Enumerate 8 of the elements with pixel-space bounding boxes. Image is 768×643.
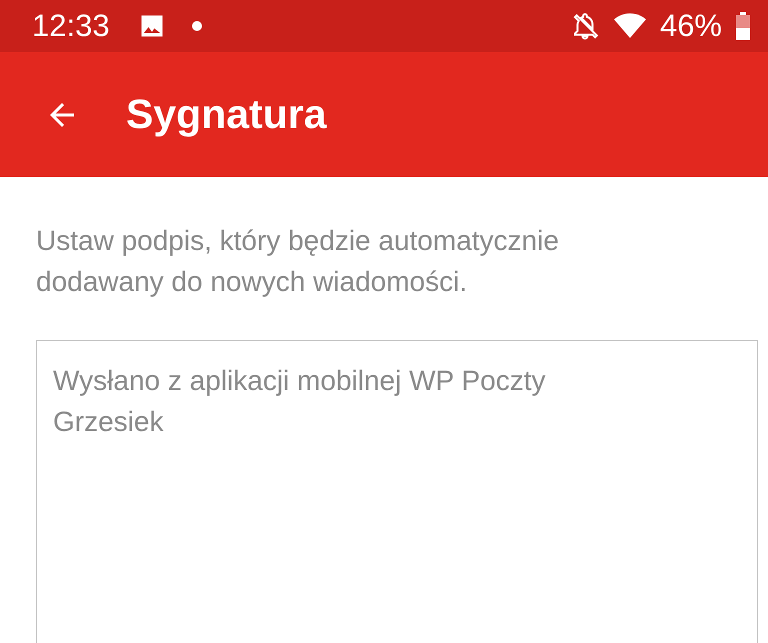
screen-title: Sygnatura xyxy=(126,91,326,138)
battery-icon xyxy=(736,12,750,40)
description-text: Ustaw podpis, który będzie automatycznie dodawany do nowych wiadomości. xyxy=(36,224,560,299)
battery-percent: 46% xyxy=(660,8,722,44)
notification-dot-icon xyxy=(192,21,202,31)
status-time: 12:33 xyxy=(32,8,110,44)
signature-field[interactable]: Wysłano z aplikacji mobilnej WP Poczty Grzesiek xyxy=(36,340,758,643)
wifi-icon xyxy=(614,12,646,40)
